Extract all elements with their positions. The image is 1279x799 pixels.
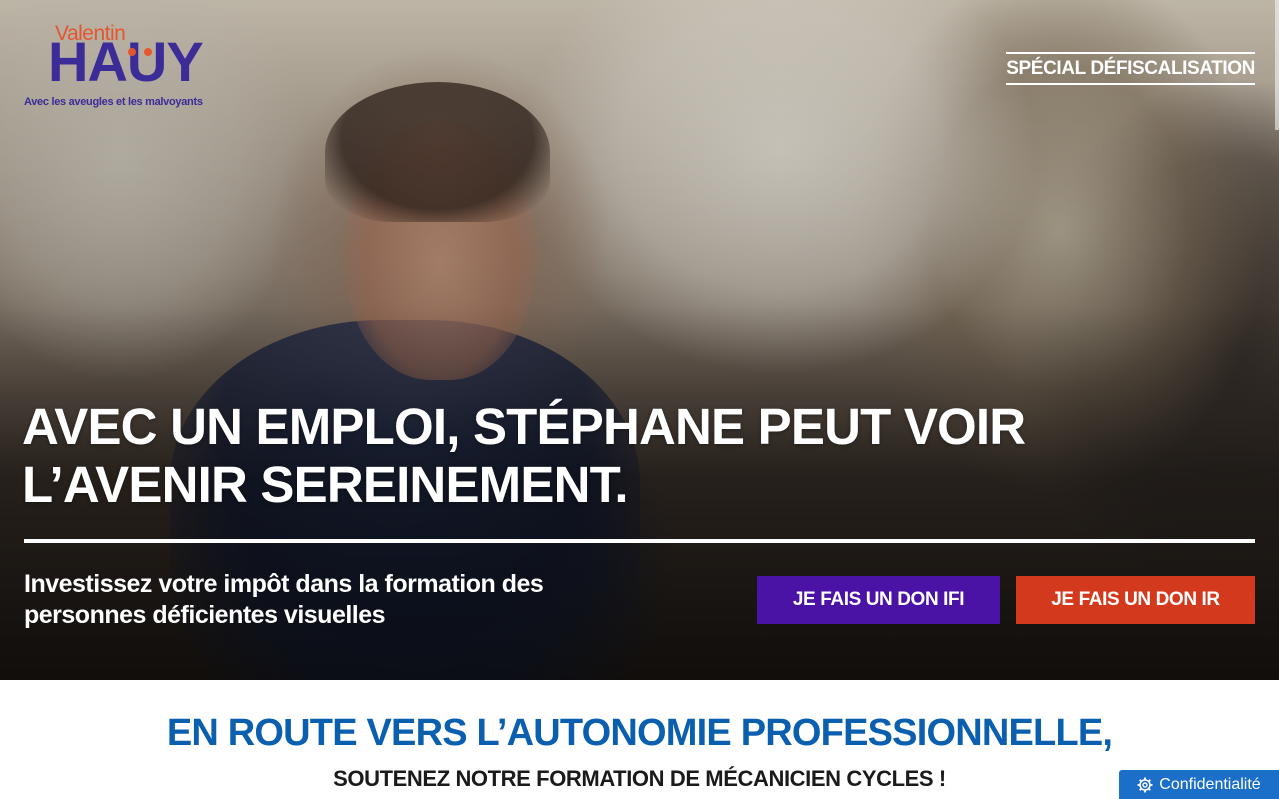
privacy-button[interactable]: Confidentialité xyxy=(1119,770,1279,799)
hero-banner: Valentin HAUY Avec les aveugles et les m… xyxy=(0,0,1279,680)
hero-headline: AVEC UN EMPLOI, STÉPHANE PEUT VOIR L’AVE… xyxy=(22,398,1026,513)
scrollbar-thumb[interactable] xyxy=(1275,0,1279,130)
privacy-label: Confidentialité xyxy=(1159,775,1261,793)
hero-divider xyxy=(24,539,1255,543)
don-ifi-button[interactable]: JE FAIS UN DON IFI xyxy=(757,576,1000,624)
logo-smile-icon xyxy=(128,48,152,56)
special-defiscalisation-link[interactable]: SPÉCIAL DÉFISCALISATION xyxy=(1006,52,1255,85)
logo-link[interactable]: Valentin HAUY Avec les aveugles et les m… xyxy=(22,22,222,117)
gear-icon xyxy=(1137,777,1153,792)
section-subtitle: SOUTENEZ NOTRE FORMATION DE MÉCANICIEN C… xyxy=(333,766,946,791)
section-title: EN ROUTE VERS L’AUTONOMIE PROFESSIONNELL… xyxy=(166,712,1113,754)
hero-subline: Investissez votre impôt dans la formatio… xyxy=(24,570,544,629)
don-ir-button[interactable]: JE FAIS UN DON IR xyxy=(1016,576,1255,624)
logo-tagline: Avec les aveugles et les malvoyants xyxy=(24,96,203,108)
